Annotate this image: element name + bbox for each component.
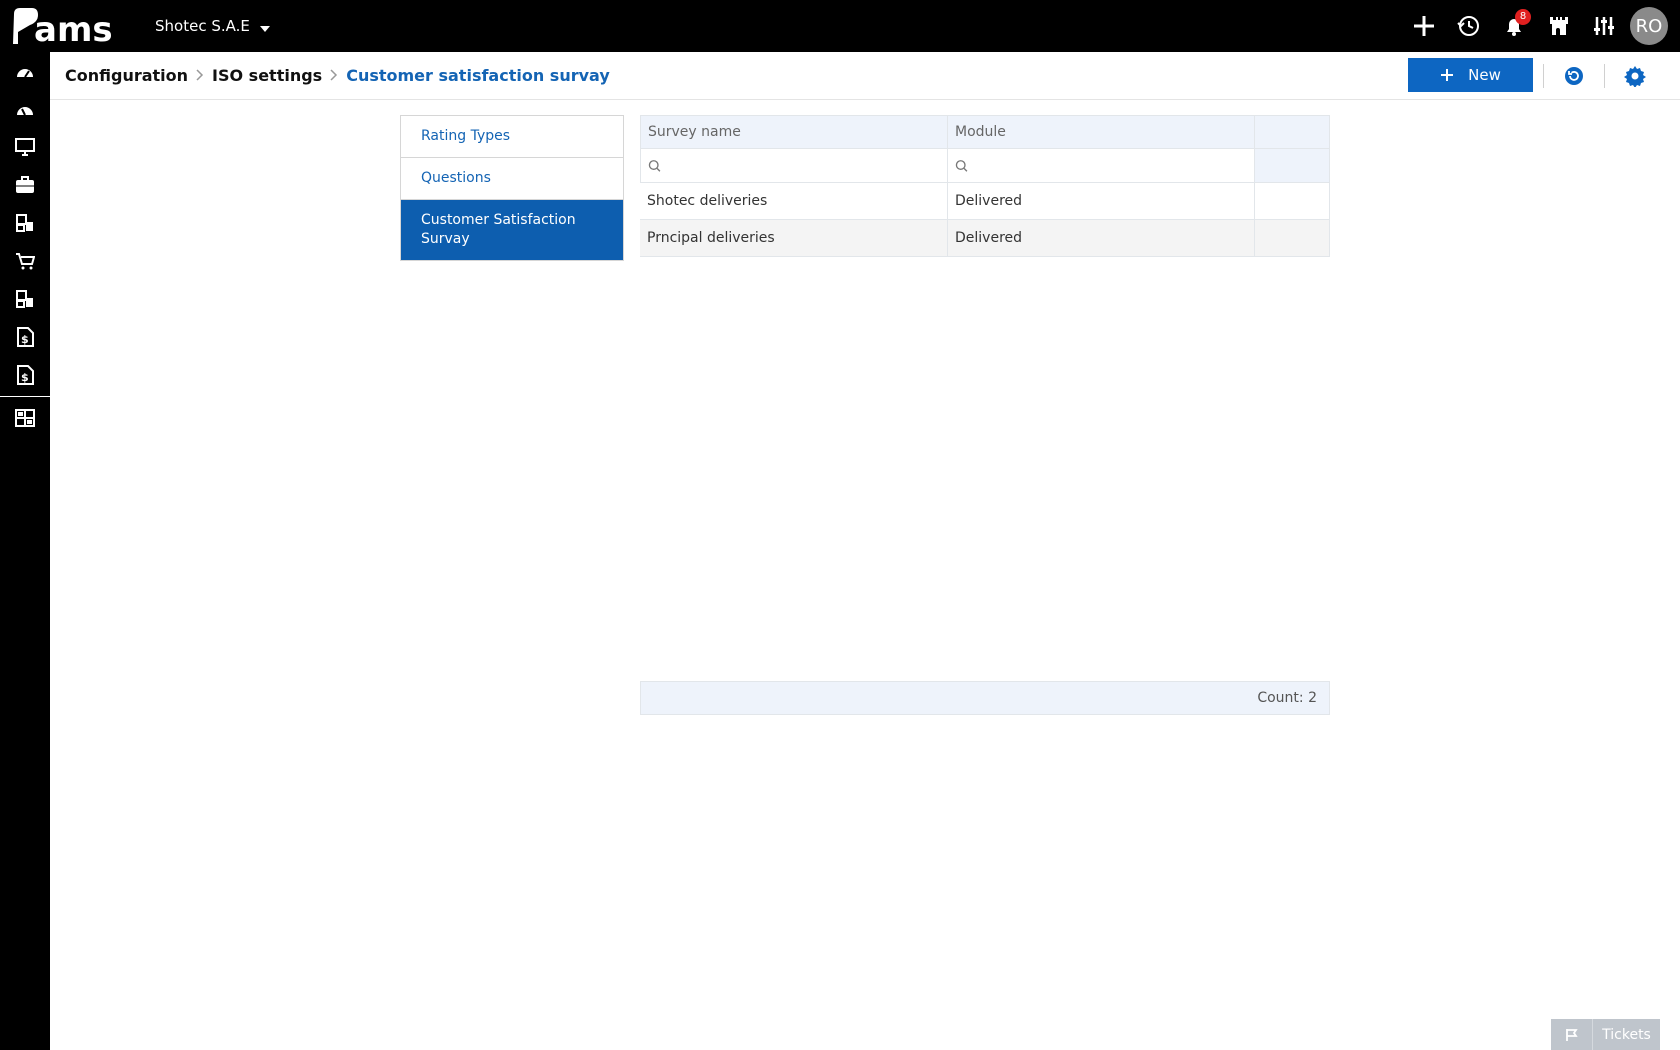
user-avatar[interactable]: RO	[1630, 7, 1668, 45]
sidebar-item-modules-2[interactable]	[0, 280, 50, 318]
sidebar-item-desktop[interactable]	[0, 128, 50, 166]
monitor-icon	[15, 138, 35, 156]
tab-questions[interactable]: Questions	[401, 158, 623, 200]
sidebar-item-dashboard-2[interactable]	[0, 90, 50, 128]
filter-cell-module	[948, 149, 1255, 183]
survey-name-filter-input[interactable]	[661, 150, 940, 181]
tab-customer-satisfaction-survay[interactable]: Customer Satisfaction Survay	[401, 200, 623, 260]
page-title: Customer satisfaction survay	[346, 65, 610, 85]
chevron-right-icon	[330, 69, 338, 81]
sliders-icon[interactable]	[1581, 0, 1626, 52]
svg-text:$: $	[21, 371, 29, 384]
sidebar-item-settings-panel[interactable]	[0, 399, 50, 437]
castle-icon[interactable]	[1536, 0, 1581, 52]
new-button-label: New	[1468, 66, 1501, 84]
filter-cell-survey-name	[640, 149, 948, 183]
cart-icon	[16, 253, 35, 270]
notification-badge: 8	[1515, 9, 1531, 25]
search-icon	[955, 159, 968, 172]
column-header-survey-name[interactable]: Survey name	[640, 115, 948, 149]
filter-cell-actions	[1255, 149, 1330, 183]
company-selector[interactable]: Shotec S.A.E	[155, 17, 270, 35]
refresh-icon[interactable]	[1560, 62, 1588, 90]
toolbar-divider	[1543, 64, 1544, 88]
sidebar-item-dashboard[interactable]	[0, 52, 50, 90]
survey-grid: Survey name Module Shotec deliveries Del…	[640, 115, 1330, 257]
invoice-dollar-icon: $	[17, 327, 34, 347]
company-name: Shotec S.A.E	[155, 17, 250, 35]
module-cell: Delivered	[948, 220, 1255, 257]
flag-icon	[1551, 1019, 1593, 1050]
module-filter-input[interactable]	[968, 150, 1247, 181]
toolbar-divider	[1604, 64, 1605, 88]
chevron-down-icon	[259, 26, 270, 32]
sidebar-divider	[0, 396, 50, 397]
row-count: Count: 2	[1257, 690, 1317, 706]
ams-logo[interactable]: ams	[10, 6, 132, 46]
actions-cell	[1255, 220, 1330, 257]
table-row[interactable]: Shotec deliveries Delivered	[640, 183, 1330, 220]
top-bar: ams Shotec S.A.E 8 RO	[0, 0, 1680, 52]
sidebar-item-invoices-2[interactable]: $	[0, 356, 50, 394]
svg-text:$: $	[21, 333, 29, 346]
actions-cell	[1255, 183, 1330, 220]
chevron-right-icon	[196, 69, 204, 81]
logo-text: ams	[34, 10, 113, 46]
modules-icon	[16, 214, 33, 232]
page-header: Configuration ISO settings Customer sati…	[50, 52, 1680, 100]
table-row[interactable]: Prncipal deliveries Delivered	[640, 220, 1330, 257]
tab-rating-types[interactable]: Rating Types	[401, 116, 623, 158]
new-button[interactable]: New	[1408, 58, 1533, 92]
briefcase-icon	[16, 176, 34, 193]
modules-icon	[16, 290, 33, 308]
grid-footer: Count: 2	[640, 681, 1330, 715]
add-icon[interactable]	[1401, 0, 1446, 52]
search-icon	[648, 159, 661, 172]
control-panel-icon	[15, 409, 35, 427]
column-header-actions	[1255, 115, 1330, 149]
invoice-dollar-icon: $	[17, 365, 34, 385]
survey-name-cell: Shotec deliveries	[640, 183, 948, 220]
breadcrumb-iso-settings[interactable]: ISO settings	[212, 66, 322, 85]
column-header-module[interactable]: Module	[948, 115, 1255, 149]
breadcrumb-configuration[interactable]: Configuration	[65, 66, 188, 85]
tickets-label: Tickets	[1602, 1026, 1651, 1043]
module-cell: Delivered	[948, 183, 1255, 220]
sidebar-item-cart[interactable]	[0, 242, 50, 280]
top-icons: 8 RO	[1401, 0, 1680, 52]
survey-name-cell: Prncipal deliveries	[640, 220, 948, 257]
gear-icon[interactable]	[1621, 62, 1649, 90]
tickets-button[interactable]: Tickets	[1551, 1019, 1660, 1050]
left-sidebar: $ $	[0, 52, 50, 1050]
sidebar-item-modules[interactable]	[0, 204, 50, 242]
dashboard-gauge-icon	[17, 69, 33, 78]
gauge-icon	[17, 107, 33, 116]
settings-tabs: Rating Types Questions Customer Satisfac…	[400, 115, 624, 261]
breadcrumb: Configuration ISO settings Customer sati…	[65, 52, 610, 98]
sidebar-item-briefcase[interactable]	[0, 166, 50, 204]
plus-icon	[1441, 69, 1454, 81]
history-icon[interactable]	[1446, 0, 1491, 52]
notifications-bell-icon[interactable]: 8	[1491, 0, 1536, 52]
grid-header-row: Survey name Module	[640, 115, 1330, 149]
grid-filter-row	[640, 149, 1330, 183]
sidebar-item-invoices[interactable]: $	[0, 318, 50, 356]
